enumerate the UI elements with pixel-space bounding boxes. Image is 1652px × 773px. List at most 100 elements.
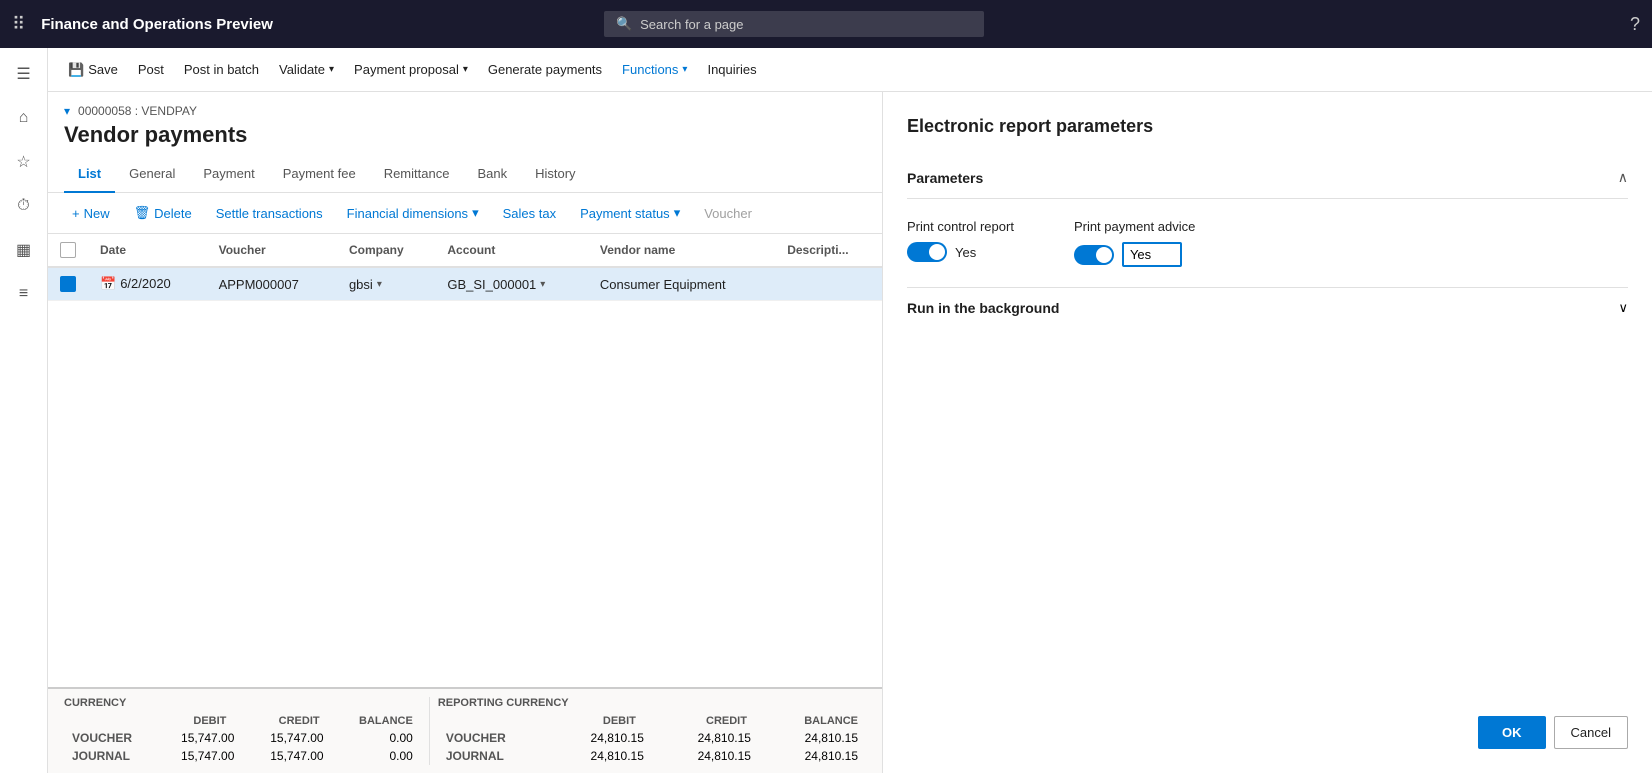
tab-payment-fee[interactable]: Payment fee xyxy=(269,156,370,193)
save-icon: 💾 xyxy=(68,62,84,78)
payment-proposal-button[interactable]: Payment proposal ▾ xyxy=(346,57,476,82)
toggle-knob xyxy=(929,244,945,260)
print-payment-advice-control xyxy=(1074,242,1195,267)
row-check[interactable] xyxy=(48,267,88,301)
parameters-section-title: Parameters xyxy=(907,170,983,186)
cancel-button[interactable]: Cancel xyxy=(1554,716,1628,749)
save-button[interactable]: 💾 Save xyxy=(60,57,126,83)
print-payment-advice-input[interactable] xyxy=(1122,242,1182,267)
col-company: Company xyxy=(337,234,435,267)
company-dropdown-icon[interactable]: ▾ xyxy=(377,279,382,290)
functions-button[interactable]: Functions ▾ xyxy=(614,57,695,82)
debit-header: DEBIT xyxy=(141,713,234,729)
rep-voucher-balance: 24,810.15 xyxy=(759,729,866,747)
payment-status-button[interactable]: Payment status ▾ xyxy=(572,201,688,225)
validate-chevron: ▾ xyxy=(329,64,334,75)
sidebar-icon-favorites[interactable]: ☆ xyxy=(6,144,42,180)
payments-table: Date Voucher Company Account Vendor name… xyxy=(48,234,882,687)
journal-balance: 0.00 xyxy=(332,747,421,765)
row-vendor-name: Consumer Equipment xyxy=(588,267,775,301)
rep-voucher-label: VOUCHER xyxy=(438,729,545,747)
sidebar-icon-workspaces[interactable]: ▦ xyxy=(6,232,42,268)
rep-journal-label: JOURNAL xyxy=(438,747,545,765)
col-vendor-name: Vendor name xyxy=(588,234,775,267)
filter-icon: ▾ xyxy=(64,104,70,118)
print-payment-advice-toggle[interactable] xyxy=(1074,245,1114,265)
toggle-knob-2 xyxy=(1096,247,1112,263)
search-bar[interactable]: 🔍 Search for a page xyxy=(604,11,984,37)
fin-dim-chevron: ▾ xyxy=(472,205,479,221)
sidebar-icon-nav[interactable]: ☰ xyxy=(6,56,42,92)
print-payment-advice-param: Print payment advice xyxy=(1074,219,1195,267)
tab-bank[interactable]: Bank xyxy=(463,156,521,193)
inquiries-button[interactable]: Inquiries xyxy=(699,57,764,82)
row-company: gbsi ▾ xyxy=(337,267,435,301)
voucher-credit: 15,747.00 xyxy=(242,729,331,747)
generate-payments-button[interactable]: Generate payments xyxy=(480,57,610,82)
print-control-report-param: Print control report Yes xyxy=(907,219,1014,267)
rep-journal-credit: 24,810.15 xyxy=(652,747,759,765)
row-checkbox[interactable] xyxy=(60,276,76,292)
sidebar-icon-modules[interactable]: ≡ xyxy=(6,276,42,312)
ok-button[interactable]: OK xyxy=(1478,716,1546,749)
table-row[interactable]: 📅6/2/2020 APPM000007 gbsi ▾ xyxy=(48,267,882,301)
app-grid-icon[interactable]: ⠿ xyxy=(12,14,25,35)
print-payment-advice-label: Print payment advice xyxy=(1074,219,1195,234)
rep-voucher-debit: 24,810.15 xyxy=(545,729,652,747)
run-section-chevron[interactable]: ∨ xyxy=(1618,300,1628,316)
payment-status-chevron: ▾ xyxy=(674,205,681,221)
sidebar-icon-recent[interactable]: ⏱ xyxy=(6,188,42,224)
page-tabs: List General Payment Payment fee Remitta… xyxy=(48,156,882,193)
print-control-report-toggle[interactable] xyxy=(907,242,947,262)
account-dropdown-icon[interactable]: ▾ xyxy=(540,279,545,290)
tab-remittance[interactable]: Remittance xyxy=(370,156,464,193)
payment-proposal-chevron: ▾ xyxy=(463,64,468,75)
tab-list[interactable]: List xyxy=(64,156,115,193)
col-account: Account xyxy=(435,234,588,267)
parameters-section-header: Parameters ∧ xyxy=(907,157,1628,199)
rep-voucher-credit: 24,810.15 xyxy=(652,729,759,747)
search-icon: 🔍 xyxy=(616,16,632,32)
delete-button[interactable]: 🗑 Delete xyxy=(126,201,200,225)
print-control-report-label: Print control report xyxy=(907,219,1014,234)
main-content: 💾 Save Post Post in batch Validate ▾ Pay… xyxy=(48,48,1652,773)
post-in-batch-button[interactable]: Post in batch xyxy=(176,57,267,82)
journal-credit: 15,747.00 xyxy=(242,747,331,765)
right-panel: Electronic report parameters Parameters … xyxy=(882,92,1652,773)
panel-footer: OK Cancel xyxy=(907,696,1628,749)
post-button[interactable]: Post xyxy=(130,57,172,82)
rep-debit-header: DEBIT xyxy=(533,713,644,729)
row-voucher: APPM000007 xyxy=(207,267,337,301)
voucher-row-label: VOUCHER xyxy=(64,729,153,747)
print-control-report-control: Yes xyxy=(907,242,1014,262)
journal-row-label: JOURNAL xyxy=(64,747,153,765)
validate-button[interactable]: Validate ▾ xyxy=(271,57,342,82)
row-description xyxy=(775,267,882,301)
footer-summary: CURRENCY DEBIT CREDIT BALANCE VOUCHER 15… xyxy=(48,687,882,773)
col-description: Descripti... xyxy=(775,234,882,267)
rep-credit-header: CREDIT xyxy=(644,713,755,729)
select-all-checkbox[interactable] xyxy=(60,242,76,258)
footer-divider xyxy=(429,697,430,765)
sidebar-icon-home[interactable]: ⌂ xyxy=(6,100,42,136)
delete-icon: 🗑 xyxy=(134,205,151,221)
parameters-collapse-icon[interactable]: ∧ xyxy=(1618,169,1628,186)
row-date: 📅6/2/2020 xyxy=(88,267,207,301)
plus-icon: + xyxy=(72,206,80,221)
search-placeholder: Search for a page xyxy=(640,17,743,32)
run-section-header[interactable]: Run in the background ∨ xyxy=(907,288,1628,328)
settle-transactions-button[interactable]: Settle transactions xyxy=(208,202,331,225)
command-bar: 💾 Save Post Post in batch Validate ▾ Pay… xyxy=(48,48,1652,92)
new-button[interactable]: + New xyxy=(64,202,118,225)
tab-payment[interactable]: Payment xyxy=(189,156,268,193)
tab-history[interactable]: History xyxy=(521,156,589,193)
tab-general[interactable]: General xyxy=(115,156,189,193)
financial-dimensions-button[interactable]: Financial dimensions ▾ xyxy=(339,201,487,225)
sales-tax-button[interactable]: Sales tax xyxy=(495,202,564,225)
row-account: GB_SI_000001 ▾ xyxy=(435,267,588,301)
page-id: 00000058 : VENDPAY xyxy=(78,104,197,118)
print-control-report-value: Yes xyxy=(955,245,976,260)
voucher-button[interactable]: Voucher xyxy=(696,202,760,225)
calendar-icon: 📅 xyxy=(100,276,116,291)
help-icon[interactable]: ? xyxy=(1630,14,1640,35)
